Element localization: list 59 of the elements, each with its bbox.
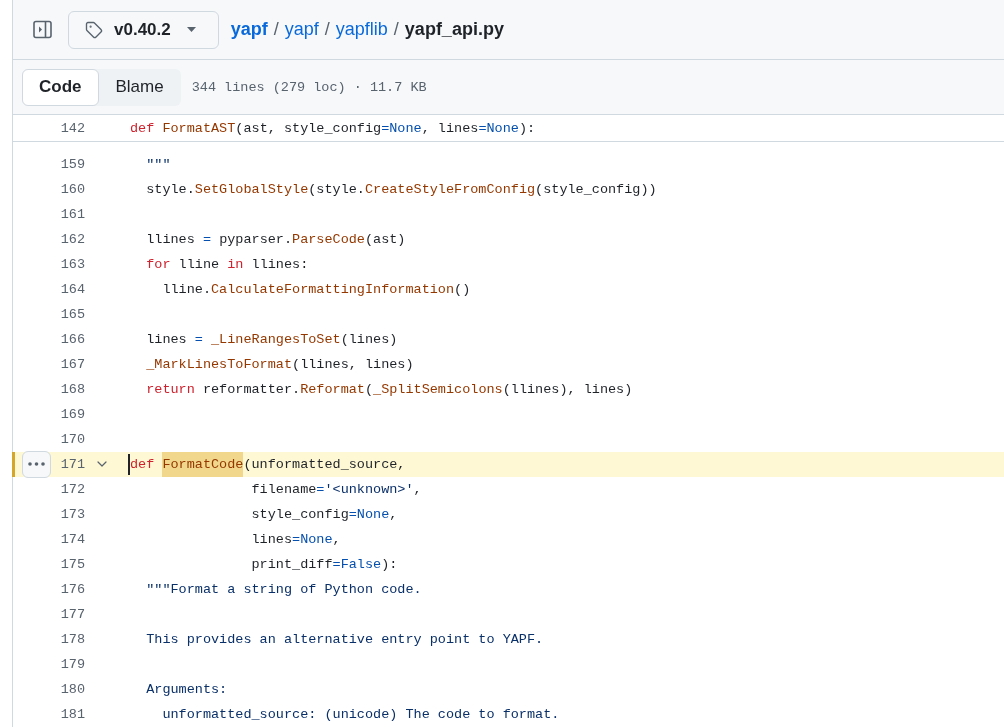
caret-down-icon — [186, 27, 196, 32]
line-number: 171 — [59, 455, 85, 474]
line-number: 162 — [59, 230, 85, 249]
code-line: lines = _LineRangesToSet(lines) — [145, 330, 398, 349]
code-line: Arguments: — [145, 680, 228, 699]
line-number: 170 — [59, 430, 85, 449]
line-number: 159 — [59, 155, 85, 174]
code-line: for lline in llines: — [145, 255, 309, 274]
code-line: llines = pyparser.ParseCode(ast) — [145, 230, 406, 249]
breadcrumb-link[interactable]: yapf — [284, 19, 319, 40]
code-line: _MarkLinesToFormat(llines, lines) — [145, 355, 414, 374]
breadcrumb-separator: / — [393, 19, 399, 40]
line-number: 169 — [59, 405, 85, 424]
code-line: unformatted_source: (unicode) The code to format. — [161, 705, 560, 724]
breadcrumb-link[interactable]: yapflib — [335, 19, 388, 40]
line-number: 164 — [59, 280, 85, 299]
sidebar-toggle-icon[interactable] — [33, 20, 52, 39]
tag-select-button[interactable]: v0.40.2 — [68, 10, 219, 49]
line-number: 160 — [59, 180, 85, 199]
line-number: 180 — [59, 680, 85, 699]
code-line: print_diff=False): — [250, 555, 398, 574]
code-line: filename='<unknown>', — [250, 480, 422, 499]
code-line: lline.CalculateFormattingInformation() — [161, 280, 471, 299]
line-number: 176 — [59, 580, 85, 599]
line-number: 167 — [59, 355, 85, 374]
line-number: 173 — [59, 505, 85, 524]
file-name: yapf_api.py — [404, 19, 504, 40]
line-number: 161 — [59, 205, 85, 224]
line-number: 168 — [59, 380, 85, 399]
line-number: 175 — [59, 555, 85, 574]
breadcrumb-separator: / — [324, 19, 330, 40]
code-line: def FormatAST(ast, style_config=None, lines=None): — [130, 119, 536, 138]
text-cursor — [128, 453, 130, 475]
code-line: def FormatCode(unformatted_source, — [130, 451, 406, 477]
ellipsis-icon — [28, 462, 45, 466]
code-line: style.SetGlobalStyle(style.CreateStyleFromConfig(style_config)) — [145, 180, 657, 199]
breadcrumb-link[interactable]: yapf — [230, 19, 268, 40]
line-number: 142 — [59, 119, 85, 138]
code-line: This provides an alternative entry point to YAPF. — [145, 630, 544, 649]
line-number: 166 — [59, 330, 85, 349]
line-number: 177 — [59, 605, 85, 624]
line-number: 181 — [59, 705, 85, 724]
view-tab[interactable]: Code — [22, 68, 99, 106]
line-number: 178 — [59, 630, 85, 649]
view-tab[interactable]: Blame — [98, 68, 181, 106]
file-stats: 344 lines (279 loc) · 11.7 KB — [191, 79, 427, 95]
code-line: style_config=None, — [250, 505, 398, 524]
breadcrumb-separator: / — [273, 19, 279, 40]
line-number: 172 — [59, 480, 85, 499]
code-line: lines=None, — [250, 530, 341, 549]
code-line: return reformatter.Reformat(_SplitSemicolons(llines), lines) — [145, 380, 633, 399]
line-number: 165 — [59, 305, 85, 324]
code-line: """ — [145, 155, 171, 174]
line-number: 174 — [59, 530, 85, 549]
line-number: 163 — [59, 255, 85, 274]
code-line: """Format a string of Python code. — [145, 580, 422, 599]
line-menu-button[interactable] — [22, 450, 51, 478]
line-number: 179 — [59, 655, 85, 674]
tag-icon — [85, 20, 103, 39]
